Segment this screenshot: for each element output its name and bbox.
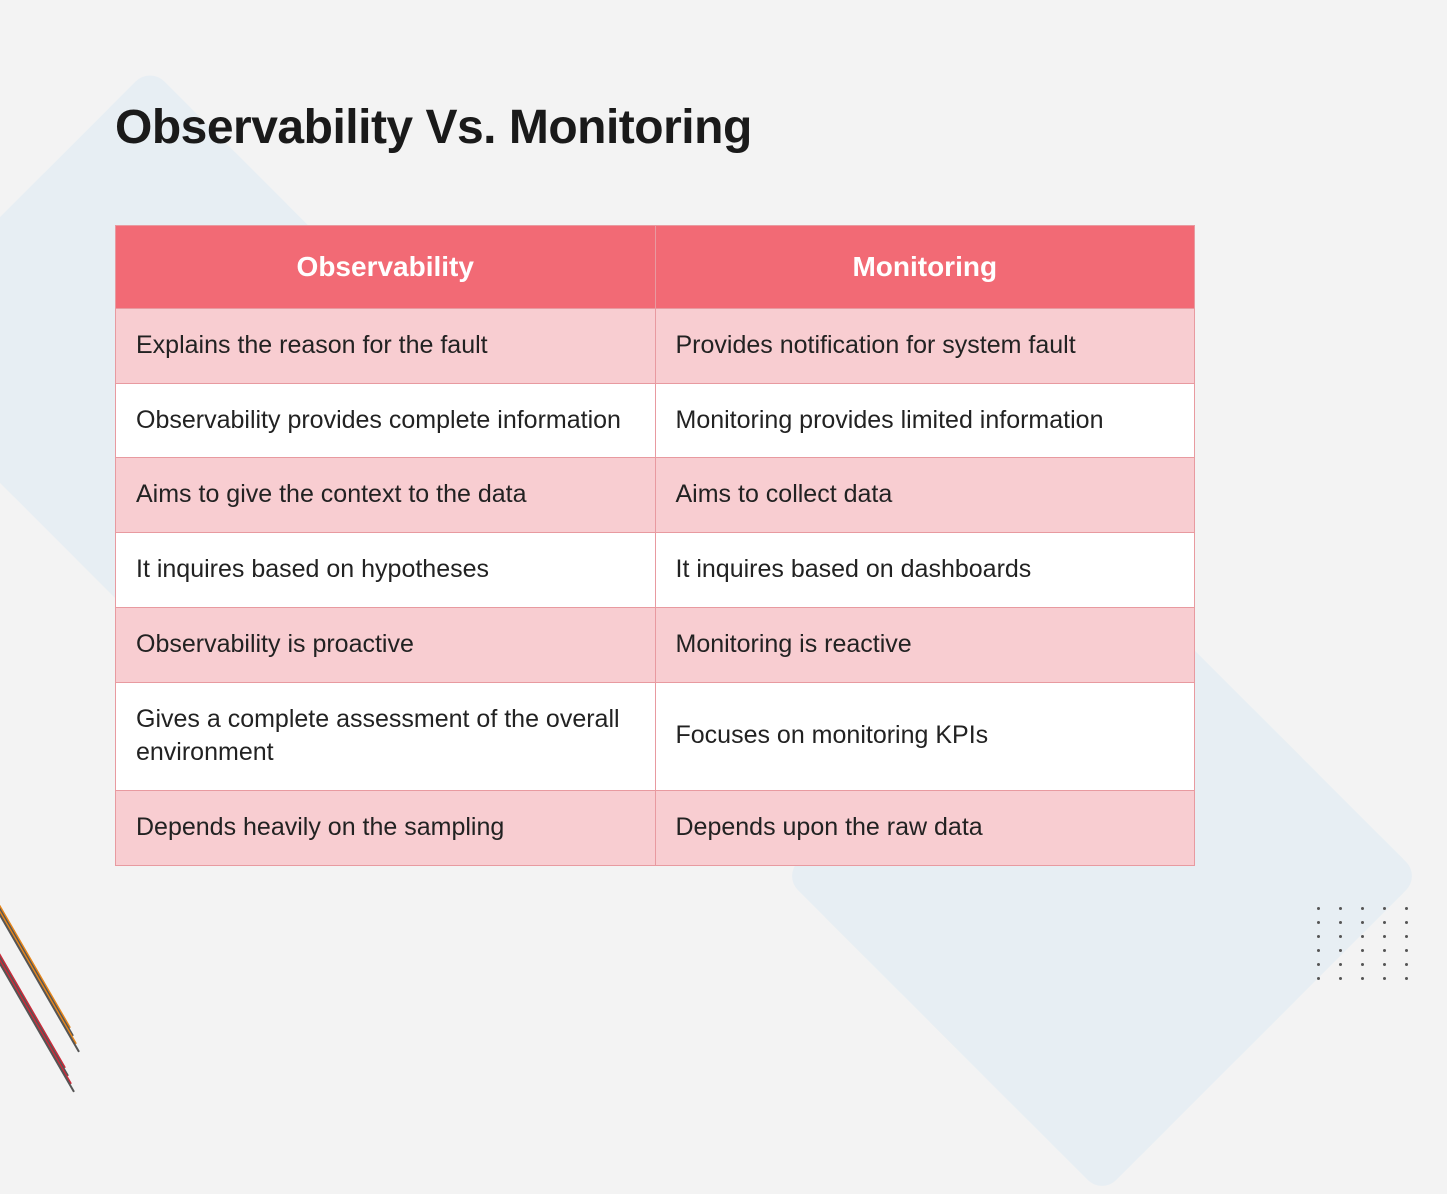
cell-monitoring: Depends upon the raw data <box>656 791 1195 865</box>
cell-monitoring: It inquires based on dashboards <box>656 533 1195 608</box>
page-title: Observability Vs. Monitoring <box>115 100 1332 155</box>
cell-observability: Observability provides complete informat… <box>116 384 656 459</box>
cell-monitoring: Aims to collect data <box>656 458 1195 533</box>
table-row: Depends heavily on the sampling Depends … <box>116 791 1194 865</box>
table-row: Aims to give the context to the data Aim… <box>116 458 1194 533</box>
header-monitoring: Monitoring <box>656 226 1195 309</box>
table-header-row: Observability Monitoring <box>116 226 1194 309</box>
bg-decor-dots <box>1317 907 1427 991</box>
comparison-table: Observability Monitoring Explains the re… <box>115 225 1195 866</box>
table-row: It inquires based on hypotheses It inqui… <box>116 533 1194 608</box>
cell-monitoring: Monitoring is reactive <box>656 608 1195 683</box>
header-observability: Observability <box>116 226 656 309</box>
table-row: Explains the reason for the fault Provid… <box>116 309 1194 384</box>
table-row: Observability provides complete informat… <box>116 384 1194 459</box>
cell-observability: It inquires based on hypotheses <box>116 533 656 608</box>
table-row: Observability is proactive Monitoring is… <box>116 608 1194 683</box>
bg-decor-lines <box>0 871 130 1021</box>
cell-observability: Observability is proactive <box>116 608 656 683</box>
cell-observability: Aims to give the context to the data <box>116 458 656 533</box>
cell-monitoring: Monitoring provides limited information <box>656 384 1195 459</box>
cell-observability: Depends heavily on the sampling <box>116 791 656 865</box>
cell-monitoring: Focuses on monitoring KPIs <box>656 683 1195 792</box>
cell-observability: Explains the reason for the fault <box>116 309 656 384</box>
cell-observability: Gives a complete assessment of the overa… <box>116 683 656 792</box>
cell-monitoring: Provides notification for system fault <box>656 309 1195 384</box>
table-row: Gives a complete assessment of the overa… <box>116 683 1194 792</box>
